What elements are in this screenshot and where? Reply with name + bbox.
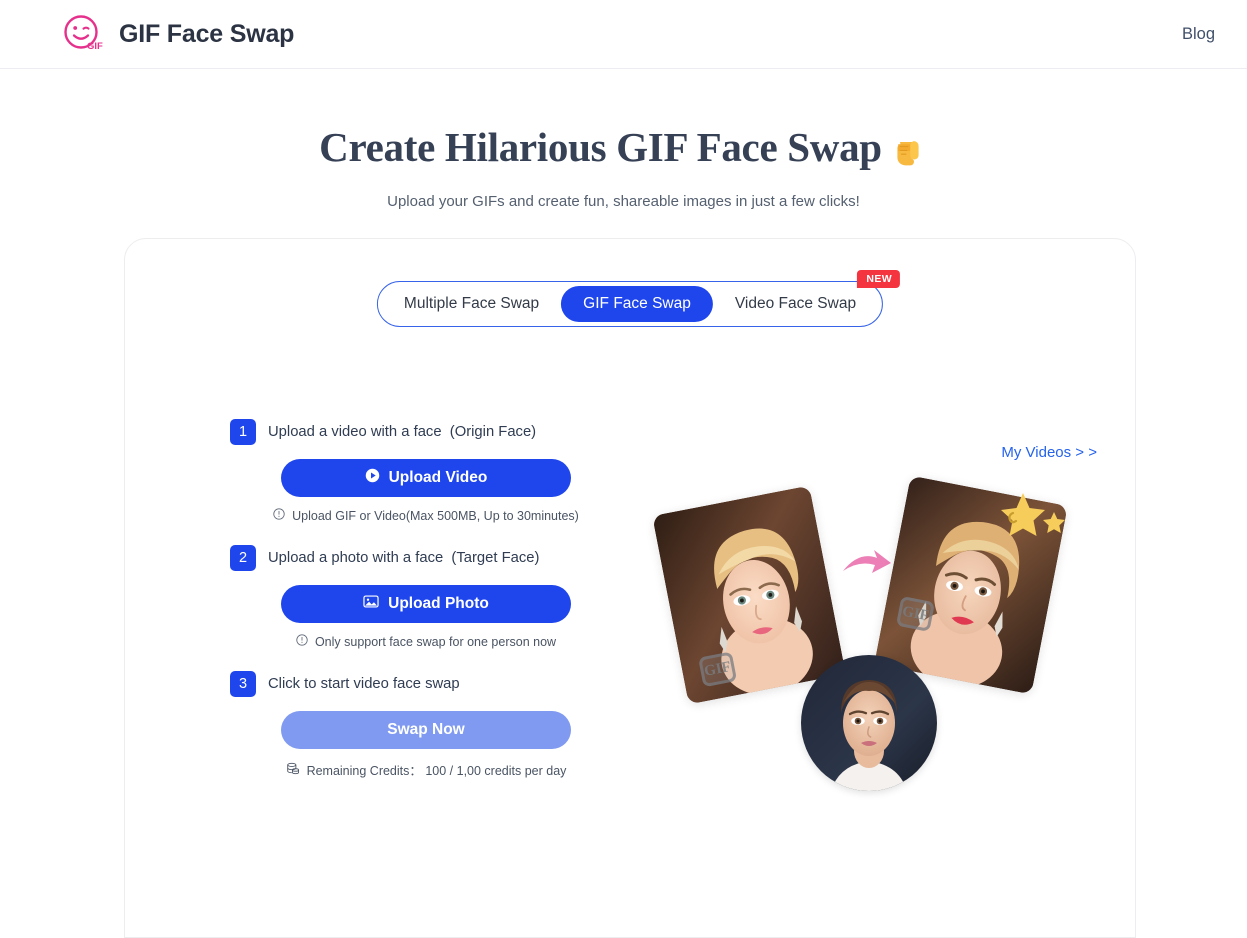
mode-tabs: Multiple Face Swap GIF Face Swap Video F… — [376, 270, 901, 327]
new-badge: NEW — [857, 270, 901, 289]
remaining-credits: Remaining Credits： 100 / 1,00 credits pe… — [281, 760, 571, 779]
step-3: 3 Click to start video face swap Swap No… — [230, 671, 690, 779]
point-down-hand-icon — [888, 130, 928, 170]
source-gif-watermark: GIF — [698, 651, 738, 688]
step-1-head: 1 Upload a video with a face (Origin Fac… — [230, 419, 690, 445]
site-header: GIF GIF Face Swap Blog — [0, 0, 1247, 69]
swap-now-button-label: Swap Now — [387, 721, 465, 738]
upload-photo-button[interactable]: Upload Photo — [281, 585, 571, 623]
face-swap-card: Multiple Face Swap GIF Face Swap Video F… — [124, 238, 1136, 938]
yellow-stars-icon — [997, 491, 1067, 547]
step-2-head: 2 Upload a photo with a face (Target Fac… — [230, 545, 690, 571]
upload-video-button-label: Upload Video — [388, 469, 488, 486]
svg-text:GIF: GIF — [87, 41, 103, 52]
pink-curved-arrow-icon — [841, 547, 893, 581]
step-1-hint: Upload GIF or Video(Max 500MB, Up to 30m… — [273, 508, 579, 523]
remaining-credits-text: Remaining Credits： 100 / 1,00 credits pe… — [306, 764, 567, 778]
image-icon — [363, 594, 379, 614]
page-title: Create Hilarious GIF Face Swap — [319, 124, 928, 171]
gif-smiley-logo-icon: GIF — [60, 12, 104, 56]
page-title-text: Create Hilarious GIF Face Swap — [319, 124, 882, 170]
step-1-label: Upload a video with a face (Origin Face) — [268, 424, 537, 440]
nav-link-blog[interactable]: Blog — [1182, 25, 1215, 44]
steps-panel: 1 Upload a video with a face (Origin Fac… — [230, 419, 690, 801]
upload-video-button[interactable]: Upload Video — [281, 459, 571, 497]
tab-multiple-face-swap[interactable]: Multiple Face Swap — [382, 286, 561, 322]
step-1-hint-text: Upload GIF or Video(Max 500MB, Up to 30m… — [292, 508, 579, 523]
step-2: 2 Upload a photo with a face (Target Fac… — [230, 545, 690, 649]
step-2-hint-text: Only support face swap for one person no… — [314, 634, 557, 649]
upload-photo-button-label: Upload Photo — [388, 595, 489, 612]
coins-icon — [286, 762, 300, 778]
info-circle-icon — [273, 508, 285, 523]
target-face-avatar[interactable] — [801, 655, 937, 791]
play-circle-icon — [365, 468, 380, 488]
step-1: 1 Upload a video with a face (Origin Fac… — [230, 419, 690, 523]
step-1-number: 1 — [230, 419, 256, 445]
tab-gif-face-swap[interactable]: GIF Face Swap — [561, 286, 713, 322]
source-photo-image — [652, 485, 846, 705]
page-subtitle: Upload your GIFs and create fun, shareab… — [387, 193, 860, 211]
swap-now-button[interactable]: Swap Now — [281, 711, 571, 749]
info-circle-icon — [296, 634, 308, 649]
source-photo-card[interactable]: GIF — [652, 485, 846, 705]
step-2-label: Upload a photo with a face (Target Face) — [268, 550, 540, 566]
step-3-head: 3 Click to start video face swap — [230, 671, 690, 697]
hero-section: Create Hilarious GIF Face Swap Upload yo… — [0, 69, 1247, 210]
step-3-label: Click to start video face swap — [268, 676, 460, 692]
preview-collage: My Videos > > GIF GIF — [645, 439, 1125, 839]
tab-video-face-swap[interactable]: Video Face Swap — [713, 286, 878, 322]
brand-logo-link[interactable]: GIF GIF Face Swap — [60, 12, 294, 56]
my-videos-link[interactable]: My Videos > > — [1001, 444, 1097, 461]
result-gif-watermark: GIF — [895, 595, 936, 632]
mode-tabs-wrapper: Multiple Face Swap GIF Face Swap Video F… — [376, 270, 901, 327]
header-nav: Blog — [1182, 25, 1215, 44]
step-2-number: 2 — [230, 545, 256, 571]
brand-name: GIF Face Swap — [119, 19, 295, 48]
step-2-hint: Only support face swap for one person no… — [281, 634, 571, 649]
step-3-number: 3 — [230, 671, 256, 697]
